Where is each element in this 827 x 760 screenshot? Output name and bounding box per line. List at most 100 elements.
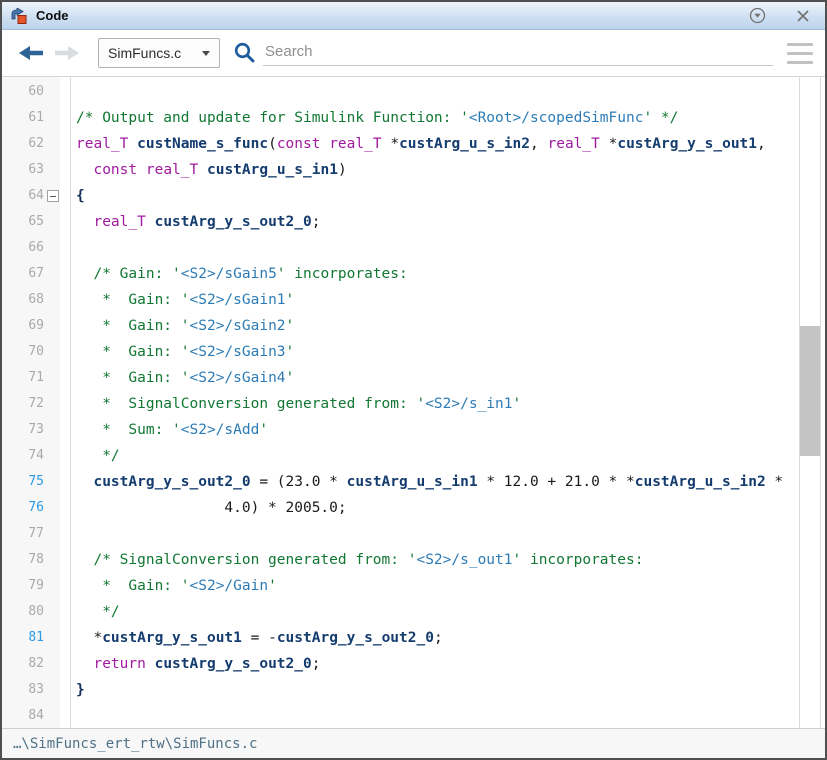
code-token: * Gain: ' <box>76 370 190 386</box>
code-line[interactable]: } <box>76 677 795 703</box>
code-line[interactable] <box>76 79 795 105</box>
code-token <box>146 656 155 672</box>
file-selector-value: SimFuncs.c <box>108 45 202 61</box>
fold-column-separator <box>70 77 71 728</box>
code-line[interactable]: custArg_y_s_out2_0 = (23.0 * custArg_u_s… <box>76 469 795 495</box>
code-token: real_T <box>76 136 128 152</box>
code-trace-link[interactable]: <S2>/Gain <box>190 578 269 594</box>
code-line[interactable] <box>76 703 795 728</box>
file-selector-dropdown[interactable]: SimFuncs.c <box>98 38 220 68</box>
code-line[interactable]: return custArg_y_s_out2_0; <box>76 651 795 677</box>
code-token <box>76 656 93 672</box>
code-token: ) <box>338 162 347 178</box>
search-input[interactable] <box>263 40 773 66</box>
code-line[interactable]: * Gain: '<S2>/sGain4' <box>76 365 795 391</box>
code-area: 6061626364656667686970717273747576777879… <box>2 77 825 728</box>
code-token: custArg_u_s_in2 <box>635 474 766 490</box>
code-line[interactable]: real_T custName_s_func(const real_T *cus… <box>76 131 795 157</box>
code-line[interactable] <box>76 235 795 261</box>
code-token: custArg_y_s_out2_0 <box>155 214 312 230</box>
code-line[interactable]: */ <box>76 599 795 625</box>
code-token: = - <box>242 630 277 646</box>
line-number: 82 <box>2 651 60 677</box>
code-line[interactable]: { <box>76 183 795 209</box>
vertical-scrollbar[interactable] <box>799 77 821 728</box>
code-token: ' incorporates: <box>513 552 644 568</box>
file-path: …\SimFuncs_ert_rtw\SimFuncs.c <box>13 736 257 752</box>
code-token: { <box>76 188 85 204</box>
code-trace-link[interactable]: <S2>/sGain2 <box>190 318 286 334</box>
code-token: ' incorporates: <box>277 266 408 282</box>
code-token <box>128 136 137 152</box>
code-line[interactable]: /* SignalConversion generated from: '<S2… <box>76 547 795 573</box>
code-line[interactable]: */ <box>76 443 795 469</box>
line-number: 60 <box>2 79 60 105</box>
code-token <box>137 162 146 178</box>
code-token: /* Output and update for Simulink Functi… <box>76 110 469 126</box>
code-trace-link[interactable]: <Root>/scopedSimFunc <box>469 110 644 126</box>
code-line[interactable]: /* Output and update for Simulink Functi… <box>76 105 795 131</box>
code-token: */ <box>76 448 120 464</box>
code-line[interactable]: 4.0) * 2005.0; <box>76 495 795 521</box>
code-token: real_T <box>146 162 198 178</box>
code-line[interactable]: * Gain: '<S2>/sGain1' <box>76 287 795 313</box>
code-line[interactable]: const real_T custArg_u_s_in1) <box>76 157 795 183</box>
code-token: = (23.0 * <box>251 474 347 490</box>
line-number: 72 <box>2 391 60 417</box>
code-line[interactable]: * SignalConversion generated from: '<S2>… <box>76 391 795 417</box>
code-token <box>320 136 329 152</box>
back-arrow-icon[interactable] <box>18 44 46 62</box>
code-trace-link[interactable]: <S2>/s_out1 <box>416 552 512 568</box>
close-icon[interactable] <box>793 6 813 26</box>
code-trace-link[interactable]: <S2>/sGain5 <box>181 266 277 282</box>
window-title: Code <box>36 8 69 23</box>
code-token: , <box>757 136 766 152</box>
line-number: 76 <box>2 495 60 521</box>
code-token <box>198 162 207 178</box>
collapse-minus-icon[interactable] <box>47 190 59 202</box>
hamburger-menu-icon[interactable] <box>787 43 813 64</box>
code-token: ' <box>286 318 295 334</box>
code-token: * <box>766 474 783 490</box>
code-token: ( <box>268 136 277 152</box>
code-token: custArg_y_s_out1 <box>102 630 242 646</box>
line-number: 70 <box>2 339 60 365</box>
code-line[interactable]: *custArg_y_s_out1 = -custArg_y_s_out2_0; <box>76 625 795 651</box>
code-trace-link[interactable]: <S2>/s_in1 <box>425 396 512 412</box>
code-line[interactable]: * Gain: '<S2>/sGain3' <box>76 339 795 365</box>
dock-arrow-icon[interactable] <box>747 6 767 26</box>
line-number: 80 <box>2 599 60 625</box>
code-trace-link[interactable]: <S2>/sGain4 <box>190 370 286 386</box>
code-token: real_T <box>93 214 145 230</box>
status-bar: …\SimFuncs_ert_rtw\SimFuncs.c <box>2 728 825 758</box>
code-token: custArg_u_s_in1 <box>207 162 338 178</box>
scrollbar-thumb[interactable] <box>800 326 820 456</box>
forward-arrow-icon[interactable] <box>54 44 82 62</box>
code-token <box>76 474 93 490</box>
code-line[interactable] <box>76 521 795 547</box>
code-line[interactable]: * Gain: '<S2>/Gain' <box>76 573 795 599</box>
code-line[interactable]: /* Gain: '<S2>/sGain5' incorporates: <box>76 261 795 287</box>
code-token <box>146 214 155 230</box>
code-token: ' */ <box>643 110 678 126</box>
line-number: 68 <box>2 287 60 313</box>
line-number: 69 <box>2 313 60 339</box>
line-number: 66 <box>2 235 60 261</box>
line-number: 75 <box>2 469 60 495</box>
code-lines: /* Output and update for Simulink Functi… <box>72 77 795 728</box>
line-number: 77 <box>2 521 60 547</box>
code-token: * <box>600 136 617 152</box>
code-trace-link[interactable]: <S2>/sGain3 <box>190 344 286 360</box>
code-line[interactable]: real_T custArg_y_s_out2_0; <box>76 209 795 235</box>
code-token: real_T <box>547 136 599 152</box>
code-token: * Gain: ' <box>76 344 190 360</box>
code-token: ; <box>312 214 321 230</box>
code-trace-link[interactable]: <S2>/sAdd <box>181 422 260 438</box>
code-line[interactable]: * Sum: '<S2>/sAdd' <box>76 417 795 443</box>
code-token: ' <box>286 344 295 360</box>
line-number: 65 <box>2 209 60 235</box>
code-trace-link[interactable]: <S2>/sGain1 <box>190 292 286 308</box>
code-token: custArg_y_s_out2_0 <box>277 630 434 646</box>
code-line[interactable]: * Gain: '<S2>/sGain2' <box>76 313 795 339</box>
code-token <box>76 162 93 178</box>
